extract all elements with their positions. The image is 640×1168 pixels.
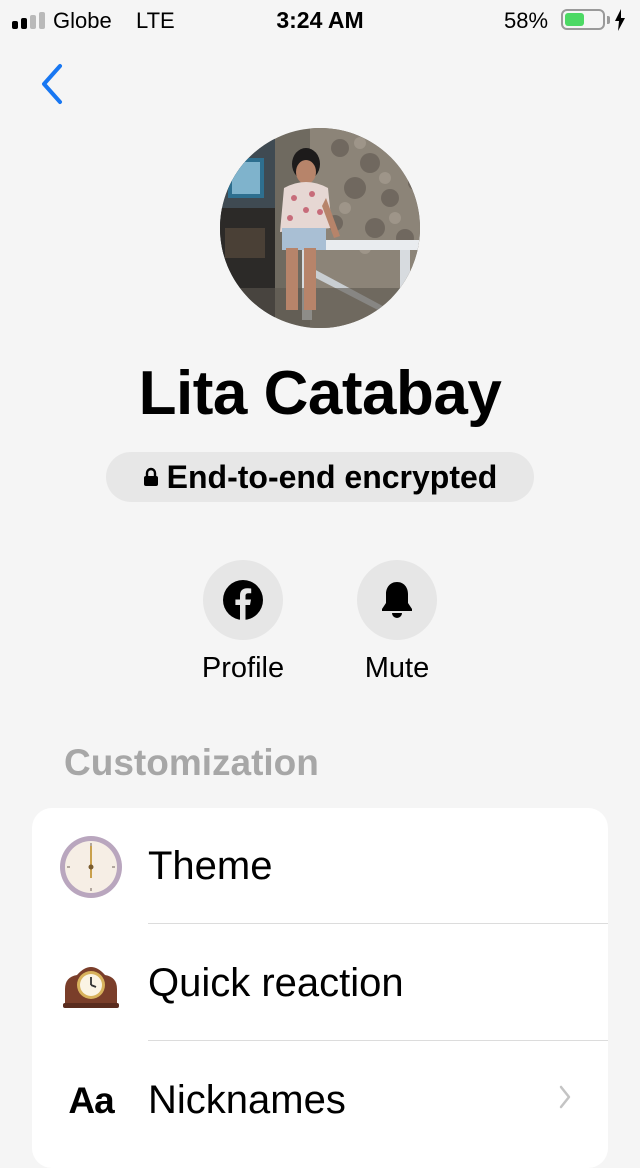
mantelpiece-clock-icon (58, 951, 124, 1017)
quick-reaction-row[interactable]: Quick reaction (32, 925, 608, 1041)
clock-face-icon (58, 834, 124, 900)
mute-action-button[interactable]: Mute (337, 560, 457, 685)
battery-percent: 58% (504, 8, 549, 33)
back-button[interactable] (32, 60, 72, 108)
battery-level-fill (565, 13, 585, 26)
mute-action-label: Mute (364, 652, 430, 684)
bell-icon (382, 582, 412, 618)
status-bar: Globe LTE 3:24 AM 58% (0, 0, 640, 40)
chevron-right-icon (559, 1085, 571, 1109)
aa-text-icon: Aa (58, 1068, 124, 1134)
customization-card: Theme Quick reaction Aa Nicknames (32, 808, 608, 1168)
row-divider (148, 1040, 608, 1041)
profile-action-label: Profile (201, 652, 285, 684)
encryption-label: End-to-end encrypted (166, 458, 498, 495)
battery-tip (607, 16, 610, 24)
mute-action-circle[interactable] (357, 560, 437, 640)
theme-label: Theme (148, 844, 273, 888)
quick-reaction-label: Quick reaction (148, 961, 404, 1005)
profile-avatar[interactable] (220, 128, 420, 328)
lock-icon (143, 467, 158, 486)
customization-header: Customization (64, 742, 319, 783)
contact-name: Lita Catabay (138, 359, 502, 428)
encryption-badge[interactable]: End-to-end encrypted (106, 452, 534, 502)
profile-action-circle[interactable] (203, 560, 283, 640)
battery-icon (561, 9, 605, 30)
nicknames-row[interactable]: Aa Nicknames (32, 1042, 608, 1158)
facebook-icon (223, 580, 263, 620)
profile-photo (220, 128, 420, 328)
row-divider (148, 923, 608, 924)
charging-bolt-icon (615, 9, 625, 31)
profile-action-button[interactable]: Profile (183, 560, 303, 685)
aa-icon-text: Aa (68, 1080, 114, 1121)
nicknames-label: Nicknames (148, 1078, 346, 1122)
theme-row[interactable]: Theme (32, 808, 608, 924)
chevron-left-icon (42, 64, 62, 104)
